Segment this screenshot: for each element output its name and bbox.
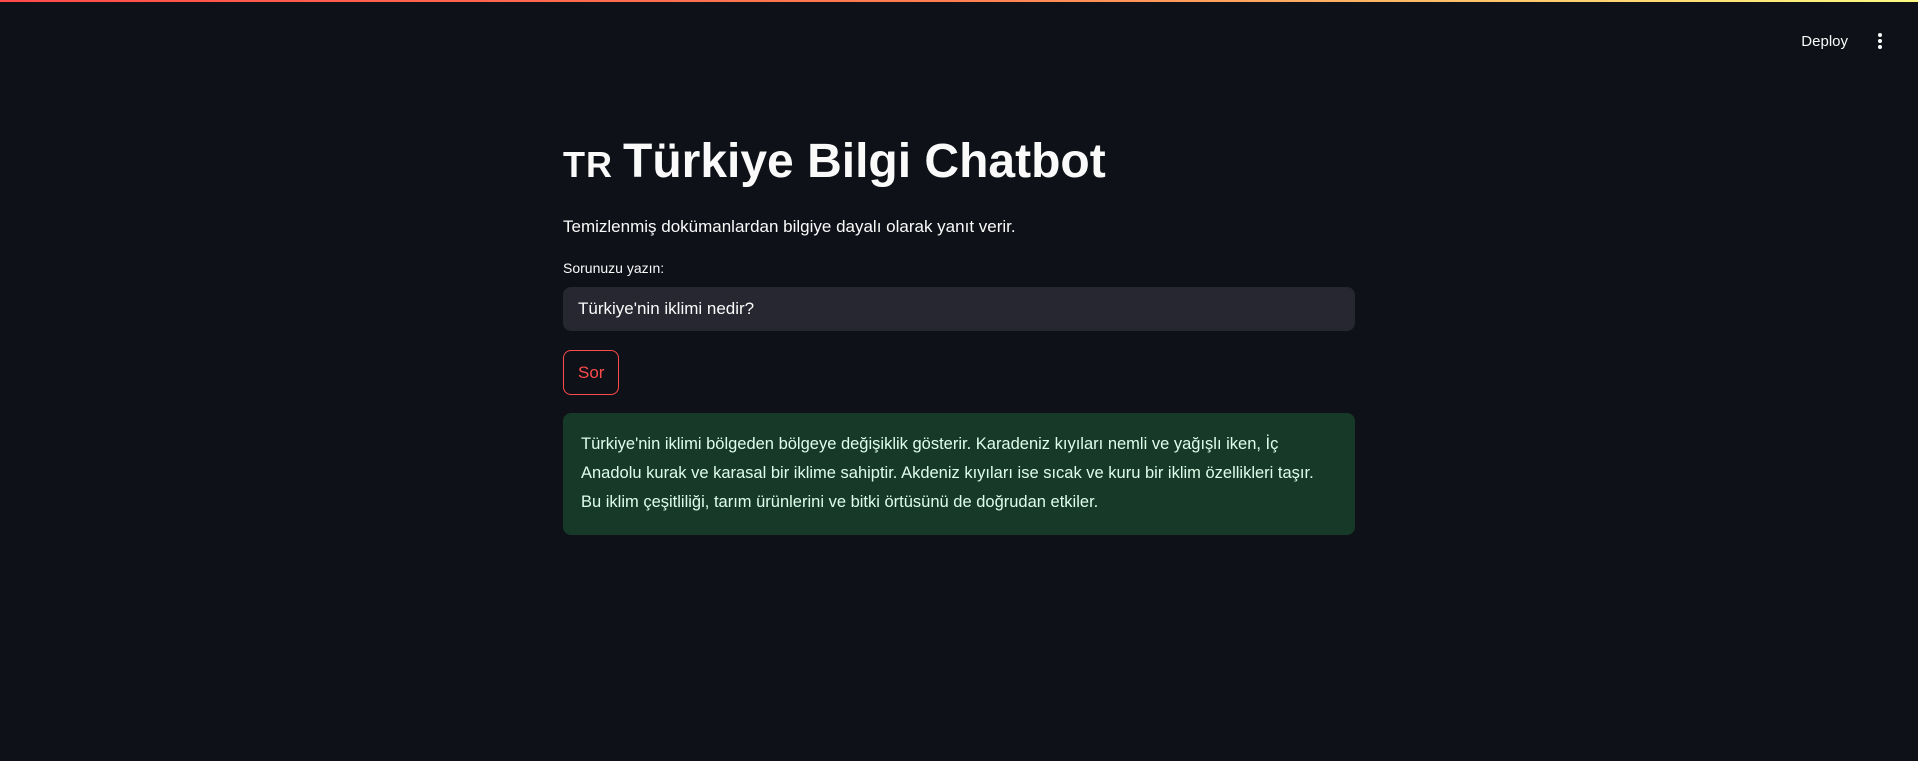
main-content: TR Türkiye Bilgi Chatbot Temizlenmiş dok… [563, 130, 1355, 535]
page-subtitle: Temizlenmiş dokümanlardan bilgiye dayalı… [563, 217, 1016, 236]
flag-label: TR [563, 144, 613, 185]
vertical-dots-icon[interactable] [1872, 30, 1888, 52]
question-input[interactable] [563, 287, 1355, 331]
ask-button[interactable]: Sor [563, 350, 620, 395]
top-toolbar: Deploy [1795, 0, 1918, 82]
page-title: TR Türkiye Bilgi Chatbot [563, 130, 1355, 194]
header-decoration-bar [0, 0, 1918, 2]
deploy-button[interactable]: Deploy [1795, 27, 1854, 56]
question-input-label: Sorunuzu yazın: [563, 260, 665, 276]
answer-success-box: Türkiye'nin iklimi bölgeden bölgeye deği… [563, 413, 1355, 535]
page-title-text: Türkiye Bilgi Chatbot [623, 135, 1106, 188]
